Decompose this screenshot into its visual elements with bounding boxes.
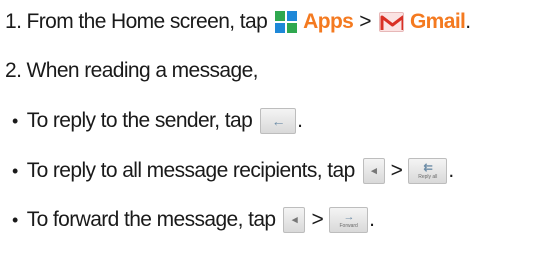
step-1-text: 1. From the Home screen, tap: [5, 10, 268, 33]
bullet-forward: • To forward the message, tap ◂ > → Forw…: [12, 205, 375, 235]
bullet-reply-text: To reply to the sender, tap: [26, 109, 253, 132]
bullet-forward-text: To forward the message, tap: [26, 208, 276, 231]
bullet-marker: •: [12, 160, 18, 181]
reply-all-icon: ⇇: [423, 161, 433, 174]
apps-grid-icon: [275, 11, 298, 33]
forward-button-image: → Forward: [329, 207, 369, 233]
step-2: 2. When reading a message,: [5, 56, 258, 86]
menu-arrow-icon: ◂: [292, 213, 298, 226]
bullet-reply-all-end: .: [448, 159, 454, 182]
gmail-label: Gmail: [409, 10, 466, 33]
gmail-icon: [378, 12, 404, 32]
bullet-reply-end: .: [297, 109, 303, 132]
menu-arrow-icon: ◂: [371, 164, 377, 177]
forward-icon: →: [343, 210, 354, 223]
step-1-end: .: [465, 10, 471, 33]
instruction-document: 1. From the Home screen, tap Apps > Gmai…: [0, 0, 560, 253]
apps-label: Apps: [303, 10, 354, 33]
separator: >: [390, 159, 403, 182]
reply-all-button-label: Reply all: [418, 173, 438, 180]
reply-button-image: ←: [260, 108, 297, 134]
step-2-text: 2. When reading a message,: [5, 59, 258, 82]
step-1: 1. From the Home screen, tap Apps > Gmai…: [5, 7, 471, 37]
bullet-forward-end: .: [369, 208, 375, 231]
bullet-reply-all: • To reply to all message recipients, ta…: [12, 156, 454, 186]
menu-button-image: ◂: [362, 158, 385, 184]
forward-button-label: Forward: [339, 222, 358, 229]
separator: >: [311, 208, 324, 231]
bullet-marker: •: [12, 110, 18, 131]
reply-arrow-icon: ←: [271, 112, 285, 129]
bullet-marker: •: [12, 209, 18, 230]
bullet-reply-all-text: To reply to all message recipients, tap: [26, 159, 356, 182]
menu-button-image: ◂: [283, 207, 306, 233]
bullet-reply: • To reply to the sender, tap ← .: [12, 106, 303, 136]
separator: >: [359, 10, 371, 33]
reply-all-button-image: ⇇ Reply all: [408, 158, 448, 184]
